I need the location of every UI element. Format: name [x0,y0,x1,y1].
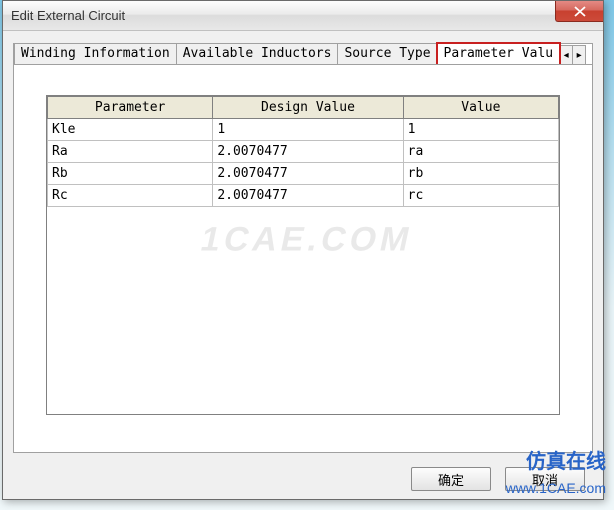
col-header-value[interactable]: Value [403,97,558,119]
titlebar: Edit External Circuit [3,1,603,31]
table-row[interactable]: Kle 1 1 [48,119,559,141]
table-row[interactable]: Ra 2.0070477 ra [48,141,559,163]
dialog-title: Edit External Circuit [3,8,125,23]
close-button[interactable] [555,1,603,22]
cell-parameter[interactable]: Rb [48,163,213,185]
cell-value[interactable]: ra [403,141,558,163]
tab-winding-information[interactable]: Winding Information [14,43,177,64]
cell-parameter[interactable]: Ra [48,141,213,163]
cell-design-value[interactable]: 2.0070477 [213,163,403,185]
cancel-button[interactable]: 取消 [505,467,585,491]
close-icon [574,6,586,17]
tab-available-inductors[interactable]: Available Inductors [176,43,339,64]
cell-design-value[interactable]: 2.0070477 [213,141,403,163]
cell-design-value[interactable]: 2.0070477 [213,185,403,207]
col-header-parameter[interactable]: Parameter [48,97,213,119]
ok-button[interactable]: 确定 [411,467,491,491]
cell-value[interactable]: rc [403,185,558,207]
table-header-row: Parameter Design Value Value [48,97,559,119]
chevron-right-icon: ▸ [577,50,582,61]
dialog-window: Edit External Circuit Winding Informatio… [2,0,604,500]
tab-content: Parameter Design Value Value Kle 1 1 [14,64,592,452]
tab-parameter-values[interactable]: Parameter Valu [437,43,561,64]
parameter-table: Parameter Design Value Value Kle 1 1 [47,96,559,207]
table-row[interactable]: Rb 2.0070477 rb [48,163,559,185]
tab-scroll-left-button[interactable]: ◂ [559,45,573,64]
tab-source-type[interactable]: Source Type [337,43,437,64]
cell-design-value[interactable]: 1 [213,119,403,141]
cell-parameter[interactable]: Kle [48,119,213,141]
dialog-button-row: 确定 取消 [411,467,585,491]
parameter-grid: Parameter Design Value Value Kle 1 1 [46,95,560,415]
cell-parameter[interactable]: Rc [48,185,213,207]
dialog-body: Winding Information Available Inductors … [3,31,603,463]
tabset: Winding Information Available Inductors … [13,43,593,453]
table-row[interactable]: Rc 2.0070477 rc [48,185,559,207]
tab-scroll-right-button[interactable]: ▸ [572,45,586,64]
col-header-design-value[interactable]: Design Value [213,97,403,119]
chevron-left-icon: ◂ [564,50,569,61]
cell-value[interactable]: rb [403,163,558,185]
tabbar: Winding Information Available Inductors … [14,42,592,64]
cell-value[interactable]: 1 [403,119,558,141]
